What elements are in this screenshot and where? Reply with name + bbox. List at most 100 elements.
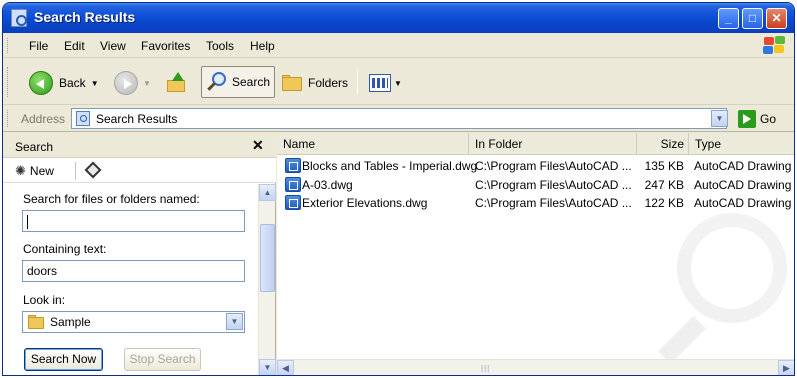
toolbar-separator [357,69,358,95]
named-label: Search for files or folders named: [23,192,200,206]
menu-tools[interactable]: Tools [206,39,234,53]
dwg-file-icon [285,195,301,210]
go-arrow-icon[interactable] [738,110,756,128]
folders-button[interactable]: Folders [282,69,348,97]
lookin-select[interactable]: Sample [22,311,245,333]
search-pane-scrollbar[interactable]: ▲ ▼ [258,184,276,375]
stop-search-button[interactable]: Stop Search [124,348,201,371]
address-label: Address [21,112,66,126]
new-search-icon: ✺ [15,163,26,178]
back-button[interactable]: Back ▼ [29,69,99,97]
search-form: Search for files or folders named: Conta… [3,184,276,375]
file-type: AutoCAD Drawing [694,178,792,192]
scroll-up-button[interactable]: ▲ [259,184,276,201]
scroll-left-button[interactable]: ◀ [277,360,294,375]
file-folder: C:\Program Files\AutoCAD ... [475,196,632,210]
magnifier-icon [206,71,228,93]
new-search-label: New [29,164,54,178]
file-folder: C:\Program Files\AutoCAD ... [475,159,632,173]
file-size: 122 KB [644,196,684,210]
search-results-icon [11,9,27,27]
menu-edit[interactable]: Edit [64,39,85,53]
back-arrow-icon [29,71,53,95]
title-bar[interactable]: Search Results _ □ ✕ [3,3,794,33]
filename-input[interactable] [22,210,245,232]
explorer-window: Search Results _ □ ✕ File Edit View Favo… [2,2,795,376]
up-button[interactable] [165,69,187,97]
dwg-file-icon [285,158,301,173]
scroll-down-button[interactable]: ▼ [259,359,276,375]
search-toggle-label: Search [232,75,271,89]
table-row[interactable]: A-03.dwg C:\Program Files\AutoCAD ... 24… [277,176,794,194]
window-title: Search Results [34,9,136,25]
containing-label: Containing text: [23,242,107,256]
dwg-file-icon [285,177,301,192]
forward-button[interactable]: ▼ [114,69,151,97]
search-watermark-icon [657,213,794,373]
containing-text-input[interactable]: doors [22,260,245,282]
back-label: Back [59,76,86,90]
address-grip[interactable] [7,110,10,127]
search-pane-close-icon[interactable]: ✕ [252,137,264,154]
menu-view[interactable]: View [100,39,126,53]
folder-icon [28,315,46,329]
menu-file[interactable]: File [29,39,48,53]
address-input[interactable]: Search Results [71,108,727,129]
lookin-value: Sample [50,315,91,329]
standard-toolbar: Back ▼ ▼ Search Folders ▼ [3,59,794,105]
table-row[interactable]: Exterior Elevations.dwg C:\Program Files… [277,194,794,212]
menu-favorites[interactable]: Favorites [141,39,190,53]
column-in-folder[interactable]: In Folder [469,133,637,155]
file-folder: C:\Program Files\AutoCAD ... [475,178,632,192]
lookin-label: Look in: [23,293,66,307]
results-horizontal-scrollbar[interactable]: ◀ ||| ▶ [277,359,794,375]
lookin-dropdown-button[interactable]: ▼ [226,313,243,330]
column-size[interactable]: Size [637,133,689,155]
pane-toolbar-separator [75,162,76,180]
file-type: AutoCAD Drawing [694,159,792,173]
scroll-thumb[interactable] [260,224,275,292]
search-pane-header: Search ✕ [3,133,276,158]
file-name: A-03.dwg [302,178,353,192]
file-name: Exterior Elevations.dwg [302,196,428,210]
column-name[interactable]: Name [277,133,469,155]
search-now-button[interactable]: Search Now [24,348,103,371]
address-dropdown-button[interactable]: ▼ [711,110,728,127]
results-column-header: Name In Folder Size Type [277,133,794,155]
new-search-button[interactable]: ✺ New [15,163,54,179]
folder-icon [282,75,304,91]
search-results-small-icon [76,111,90,126]
maximize-button[interactable]: □ [742,8,763,29]
column-type[interactable]: Type [689,133,794,155]
menu-bar: File Edit View Favorites Tools Help [3,33,794,58]
views-dropdown-icon[interactable]: ▼ [394,79,402,88]
minimize-button[interactable]: _ [718,8,739,29]
file-name: Blocks and Tables - Imperial.dwg [302,159,478,173]
address-value: Search Results [96,111,178,126]
table-row[interactable]: Blocks and Tables - Imperial.dwg C:\Prog… [277,157,794,175]
file-type: AutoCAD Drawing [694,196,792,210]
toolbar-grip[interactable] [7,67,10,97]
windows-logo-icon [763,36,787,55]
search-toggle-button[interactable]: Search [201,66,275,98]
forward-arrow-icon [114,71,138,95]
forward-dropdown-icon[interactable]: ▼ [143,79,151,88]
close-button[interactable]: ✕ [766,8,787,29]
scroll-right-button[interactable]: ▶ [778,360,794,375]
text-cursor [27,214,28,229]
search-pane-toolbar: ✺ New [3,158,276,183]
menu-help[interactable]: Help [250,39,275,53]
menu-grip[interactable] [7,38,10,53]
folders-label: Folders [308,76,349,90]
search-pane-title: Search [15,140,54,154]
back-dropdown-icon[interactable]: ▼ [91,79,99,88]
scroll-grip[interactable]: ||| [481,364,490,373]
search-pane: Search ✕ ✺ New Search for files or folde… [3,133,276,375]
views-button[interactable]: ▼ [369,69,402,97]
results-pane: Name In Folder Size Type Blocks and Tabl… [277,133,794,375]
containing-text-value: doors [27,264,58,278]
search-options-icon[interactable] [84,161,102,179]
file-size: 247 KB [644,178,684,192]
address-bar: Address Search Results ▼ Go [3,106,794,132]
go-button[interactable]: Go [760,112,776,126]
